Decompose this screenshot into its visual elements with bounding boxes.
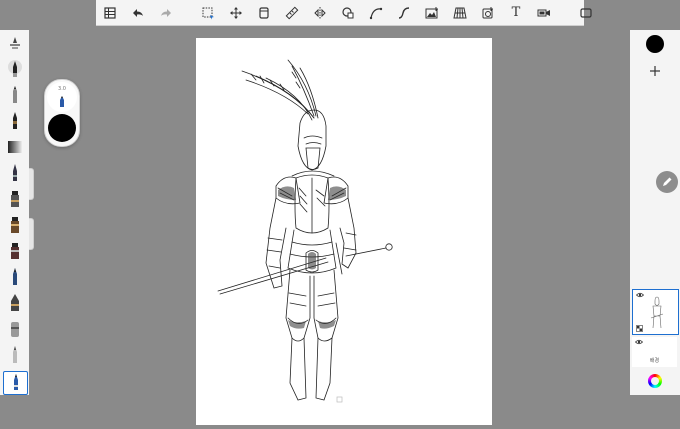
current-brush-icon — [57, 94, 67, 113]
text-icon: T — [511, 5, 521, 20]
brush-selected-pencil-icon[interactable] — [3, 371, 28, 395]
add-layer-icon[interactable] — [646, 62, 664, 80]
fill-icon[interactable] — [474, 0, 502, 25]
brush-chisel-icon[interactable] — [3, 292, 26, 314]
drawing-canvas[interactable] — [196, 38, 492, 425]
layer-background[interactable]: 배경 — [632, 337, 677, 367]
brush-marker-icon[interactable] — [3, 110, 26, 132]
layer-options-icon[interactable] — [636, 325, 643, 332]
brush-paint-icon[interactable] — [3, 214, 26, 236]
brush-smudge-icon[interactable] — [3, 318, 26, 340]
top-toolbar: T — [96, 0, 592, 26]
brush-eraser-icon[interactable] — [3, 136, 26, 158]
symmetry-icon[interactable] — [306, 0, 334, 25]
brush-blender-icon[interactable] — [3, 344, 26, 366]
brush-pencil-icon[interactable] — [3, 58, 26, 80]
rail-collapse-handle[interactable] — [29, 168, 34, 200]
brush-airbrush-icon[interactable] — [3, 162, 26, 184]
image-icon[interactable] — [418, 0, 446, 25]
gallery-icon[interactable] — [96, 0, 124, 25]
layers-panel: 배경 — [630, 30, 680, 395]
brush-library-rail — [0, 30, 29, 395]
current-color-swatch[interactable] — [48, 114, 76, 142]
undo-icon[interactable] — [124, 0, 152, 25]
curve-icon[interactable] — [362, 0, 390, 25]
layer-copy-icon[interactable] — [250, 0, 278, 25]
shapes-icon[interactable] — [334, 0, 362, 25]
eye-icon[interactable] — [636, 292, 644, 298]
text-tool-button[interactable]: T — [502, 0, 530, 25]
brush-ink-pen-icon[interactable] — [3, 84, 26, 106]
video-icon[interactable] — [530, 0, 558, 25]
brush-watercolor-icon[interactable] — [3, 240, 26, 262]
perspective-icon[interactable] — [446, 0, 474, 25]
knight-sketch — [217, 59, 393, 403]
eye-icon[interactable] — [635, 339, 643, 345]
brush-size-icon[interactable] — [3, 32, 26, 54]
redo-icon[interactable] — [152, 0, 180, 25]
fullscreen-icon[interactable] — [572, 0, 600, 25]
rail-collapse-handle-2[interactable] — [29, 218, 34, 250]
ruler-icon[interactable] — [278, 0, 306, 25]
layer-preview — [650, 296, 664, 329]
layer-thumbnail-sketch[interactable] — [632, 289, 679, 335]
edit-pencil-icon[interactable] — [656, 171, 678, 193]
brush-size-value: 3.0 — [58, 86, 66, 92]
layer-background-label: 배경 — [649, 358, 660, 364]
transform-icon[interactable] — [222, 0, 250, 25]
select-icon[interactable] — [194, 0, 222, 25]
color-wheel-icon[interactable] — [648, 374, 662, 388]
brush-size-puck[interactable]: 3.0 — [47, 82, 77, 112]
color-swatch[interactable] — [646, 35, 664, 53]
brush-flat-icon[interactable] — [3, 188, 26, 210]
stroke-icon[interactable] — [390, 0, 418, 25]
brush-calligraphy-icon[interactable] — [3, 266, 26, 288]
brush-puck[interactable]: 3.0 — [44, 79, 80, 147]
